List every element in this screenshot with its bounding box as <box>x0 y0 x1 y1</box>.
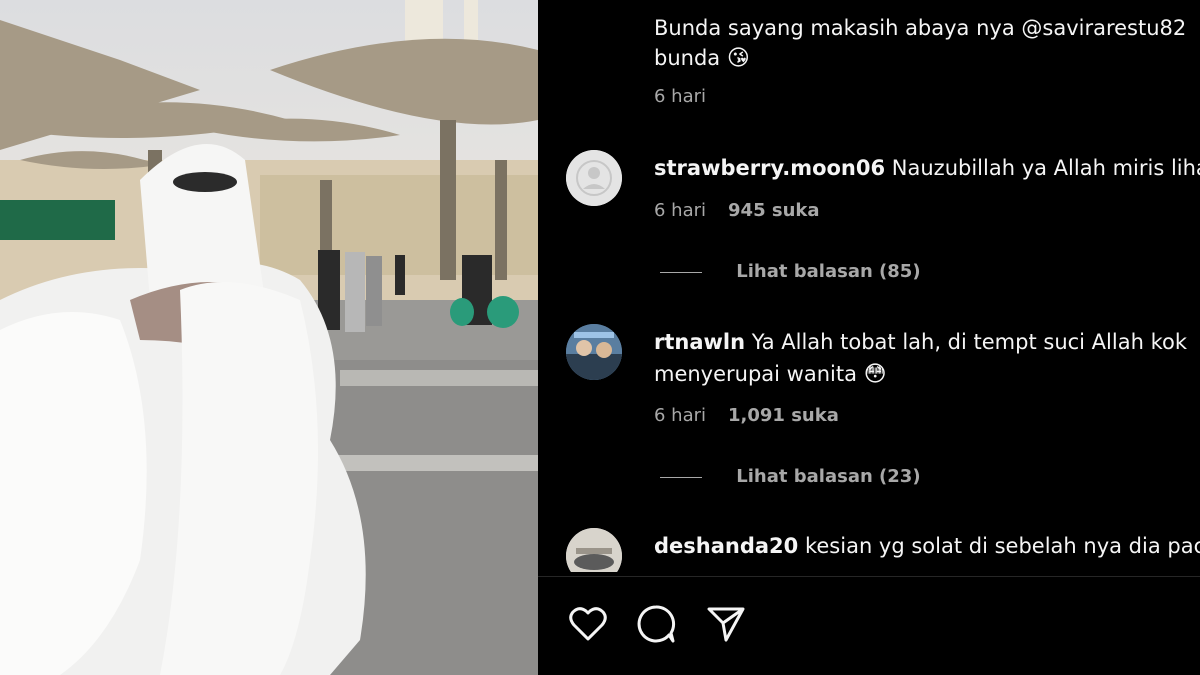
scene-illustration <box>0 0 538 675</box>
photo-avatar-icon[interactable] <box>566 324 622 380</box>
comment-text: rtnawln Ya Allah tobat lah, di tempt suc… <box>654 326 1187 358</box>
share-button[interactable] <box>704 602 748 646</box>
photo-avatar-icon <box>566 528 622 572</box>
heart-icon <box>569 607 607 641</box>
comment-text-line: bunda <box>654 46 721 70</box>
comment-text: Bunda sayang makasih abaya nya @savirare… <box>654 12 1186 44</box>
view-replies-button[interactable]: Lihat balasan (85) <box>660 261 921 282</box>
comment-button[interactable] <box>634 602 678 646</box>
comment-text: strawberry.moon06 Nauzubillah ya Allah m… <box>654 152 1200 184</box>
comment-text-line: Nauzubillah ya Allah miris liha <box>891 156 1200 180</box>
photo-avatar-icon <box>566 324 622 380</box>
comment-meta: 6 hari <box>654 86 706 107</box>
view-replies-label: Lihat balasan (85) <box>736 261 921 282</box>
post-photo[interactable] <box>0 0 538 675</box>
comments-list[interactable]: Bunda sayang makasih abaya nya @savirare… <box>538 0 1200 572</box>
comment-text-line: Bunda sayang makasih abaya nya @savirare… <box>654 16 1187 40</box>
default-avatar-icon <box>566 150 622 206</box>
comment-likes[interactable]: 1,091 suka <box>728 405 839 426</box>
like-button[interactable] <box>566 602 610 646</box>
comment-time: 6 hari <box>654 405 707 426</box>
comment-time: 6 hari <box>654 86 707 107</box>
comments-panel: Bunda sayang makasih abaya nya @savirare… <box>538 0 1200 675</box>
comment-username[interactable]: strawberry.moon06 <box>654 156 885 180</box>
default-avatar-icon[interactable] <box>566 150 622 206</box>
comment-text: bunda 😘 <box>654 42 750 75</box>
comment-username[interactable]: deshanda20 <box>654 534 798 558</box>
comment-text-line: menyerupai wanita <box>654 362 857 386</box>
comment-username[interactable]: rtnawln <box>654 330 745 354</box>
comment-text-line: kesian yg solat di sebelah nya dia pac <box>804 534 1200 558</box>
comment-icon <box>637 605 676 643</box>
comment-text-line: Ya Allah tobat lah, di tempt suci Allah … <box>751 330 1187 354</box>
send-icon <box>707 607 745 642</box>
comment-meta: 6 hari 1,091 suka <box>654 405 839 426</box>
comment-text: menyerupai wanita 😳 <box>654 358 887 391</box>
flushed-emoji-icon: 😳 <box>863 362 887 387</box>
view-replies-label: Lihat balasan (23) <box>736 466 921 487</box>
comment-meta: 6 hari 945 suka <box>654 200 820 221</box>
kiss-emoji-icon: 😘 <box>726 46 750 71</box>
photo-avatar-icon[interactable] <box>566 528 622 572</box>
comment-text: deshanda20 kesian yg solat di sebelah ny… <box>654 530 1200 562</box>
comment-time: 6 hari <box>654 200 707 221</box>
view-replies-button[interactable]: Lihat balasan (23) <box>660 466 921 487</box>
actions-divider <box>538 576 1200 577</box>
comment-likes[interactable]: 945 suka <box>728 200 820 221</box>
